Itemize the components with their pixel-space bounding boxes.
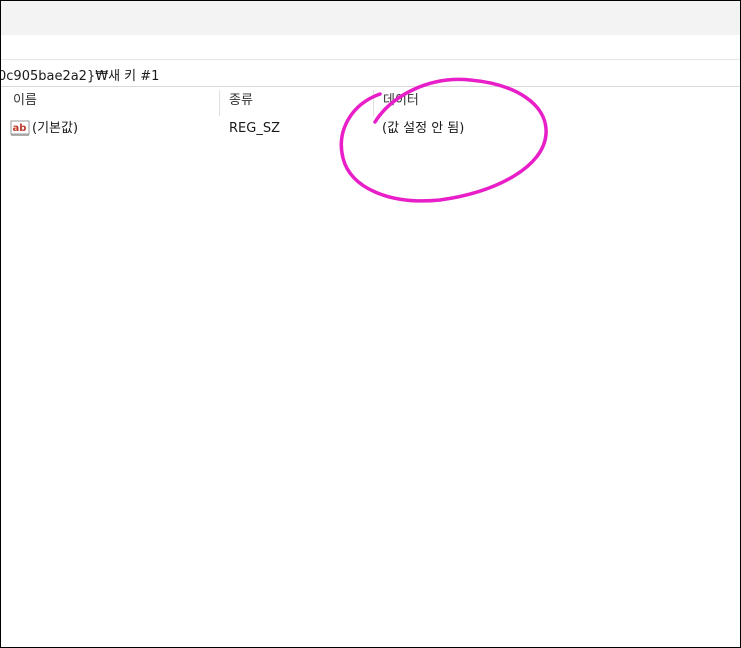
row-value-data: (값 설정 안 됨)	[382, 121, 465, 136]
column-header-data[interactable]: 데이터	[383, 88, 419, 114]
address-bar[interactable]: 0c905bae2a2}₩새 키 #1	[1, 59, 740, 87]
toolbar-area	[1, 1, 740, 35]
row-value-type: REG_SZ	[229, 121, 280, 136]
row-value-name[interactable]: (기본값)	[32, 117, 78, 141]
registry-editor-window: 0c905bae2a2}₩새 키 #1 이름 종류 데이터 ab (기본값) R…	[0, 0, 741, 648]
address-path[interactable]: 0c905bae2a2}₩새 키 #1	[1, 65, 159, 84]
column-header-type[interactable]: 종류	[229, 88, 253, 114]
toolbar-spacer	[1, 35, 740, 59]
column-separator[interactable]	[219, 90, 220, 116]
ab-icon-text: ab	[13, 123, 27, 134]
table-row[interactable]: ab (기본값) REG_SZ (값 설정 안 됨)	[1, 117, 740, 141]
column-header-name[interactable]: 이름	[13, 88, 37, 114]
string-value-ab-icon: ab	[10, 120, 30, 136]
list-header: 이름 종류 데이터	[1, 88, 740, 116]
column-separator[interactable]	[373, 90, 374, 116]
